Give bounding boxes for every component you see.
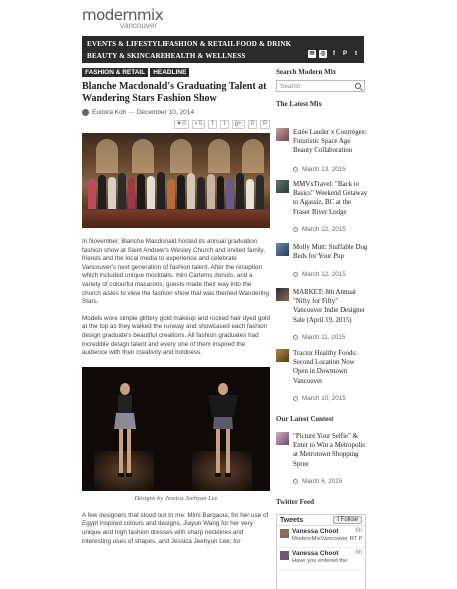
- tag-headline[interactable]: HEADLINE: [150, 68, 190, 77]
- clock-icon: [293, 335, 298, 340]
- main-nav: EVENTS & LIFESTYLE FASHION & RETAIL FOOD…: [82, 36, 364, 63]
- nav-item-beauty[interactable]: BEAUTY & SKINCARE: [87, 52, 166, 60]
- author-name[interactable]: Eudora Koh: [92, 109, 126, 116]
- twitter-share-icon[interactable]: t: [219, 119, 229, 129]
- contest-heading: Our Latest Contest: [276, 415, 334, 423]
- tweet-time: 8h: [355, 550, 362, 556]
- latest-heading: The Latest Mix: [276, 100, 322, 108]
- twitter-widget: Tweets t Follow Vanessa Choot 6h ModernM…: [276, 514, 366, 589]
- clock-icon: [293, 479, 298, 484]
- latest-thumb: [276, 349, 289, 362]
- pinterest-share-icon[interactable]: P: [259, 119, 270, 129]
- nav-item-health[interactable]: HEALTH & WELLNESS: [165, 52, 245, 60]
- social-icons: ✉ ◎ f P t: [308, 50, 360, 58]
- meta-separator: —: [128, 109, 135, 116]
- latest-title[interactable]: MMVxTravel: "Back to Basics" Weekend Get…: [293, 180, 369, 217]
- photo-caption: Designs by Jessica Jeehyun Lee: [134, 494, 218, 502]
- latest-date: March 13, 2015: [293, 166, 346, 173]
- latest-thumb: [276, 243, 289, 256]
- author-avatar: [82, 109, 89, 116]
- logo-sub-text: vancouver: [120, 21, 157, 30]
- tweet[interactable]: Vanessa Choot 6h ModernMixVancouver RT P…: [277, 526, 365, 548]
- email-icon[interactable]: ✉: [308, 50, 316, 58]
- like-count: 0: [182, 120, 186, 127]
- tweet-text: Have you entered the: [292, 558, 348, 564]
- tweet-text: ModernMixVancouver RT Pam Sinni ... Fxha…: [292, 536, 362, 542]
- latest-date: March 12, 2015: [293, 226, 346, 233]
- clock-icon: [293, 227, 298, 232]
- clock-icon: [293, 396, 298, 401]
- latest-title[interactable]: MARKET: 8th Annual "Nifty for Fifty" Van…: [293, 288, 369, 325]
- comment-count: 0: [198, 120, 202, 127]
- group-photo: [82, 133, 270, 228]
- page: modernmix vancouver EVENTS & LIFESTYLE F…: [0, 0, 457, 589]
- latest-title[interactable]: Estée Lauder x Courrèges: Futuristic Spa…: [293, 128, 369, 156]
- tweet-time: 6h: [355, 528, 362, 534]
- share-bar: ♥ 0 ▪ 0 f t g+ 0 P: [82, 119, 270, 129]
- latest-thumb: [276, 288, 289, 301]
- latest-date: March 12, 2015: [293, 271, 346, 278]
- latest-thumb: [276, 180, 289, 193]
- search-heading: Search Modern Mix: [276, 68, 337, 76]
- twitter-icon[interactable]: t: [352, 50, 360, 58]
- latest-date: March 11, 2015: [293, 334, 345, 341]
- latest-thumb: [276, 128, 289, 141]
- twitter-heading: Twitter Feed: [276, 498, 315, 506]
- latest-date: March 10, 2015: [293, 395, 346, 402]
- like-button[interactable]: ♥ 0: [174, 119, 189, 129]
- logo-main-text: modernmix: [82, 6, 164, 24]
- site-logo[interactable]: modernmix vancouver: [82, 6, 164, 30]
- article: FASHION & RETAIL HEADLINE Blanche Macdon…: [82, 68, 270, 546]
- comment-button[interactable]: ▪ 0: [191, 119, 205, 129]
- search-placeholder: Search: [280, 83, 301, 90]
- article-date: December 10, 2014: [136, 109, 194, 116]
- article-meta: Eudora Koh — December 10, 2014: [82, 108, 270, 117]
- article-paragraph-1: In November, Blanche Macdonald hosted it…: [82, 238, 270, 306]
- tag-fashion-retail[interactable]: FASHION & RETAIL: [82, 68, 149, 77]
- search-input[interactable]: Search: [276, 80, 365, 92]
- tweet-author[interactable]: Vanessa Choot: [292, 550, 339, 557]
- contest-date: March 6, 2015: [293, 478, 342, 485]
- latest-title[interactable]: Molly Mutt: Stuffable Dog Beds for Your …: [293, 243, 369, 261]
- tweet[interactable]: Vanessa Choot 8h Have you entered the: [277, 548, 365, 570]
- contest-thumb: [276, 432, 289, 445]
- tweets-label: Tweets: [280, 517, 304, 524]
- twitter-header: Tweets t Follow: [277, 515, 365, 526]
- nav-item-fashion[interactable]: FASHION & RETAIL: [165, 40, 235, 48]
- tweet-avatar: [280, 551, 289, 560]
- nav-item-events[interactable]: EVENTS & LIFESTYLE: [87, 40, 167, 48]
- follow-button[interactable]: t Follow: [333, 516, 362, 524]
- nav-item-food[interactable]: FOOD & DRINK: [236, 40, 291, 48]
- instagram-icon[interactable]: ◎: [319, 50, 327, 58]
- article-paragraph-3: A few designers that stood out to me: Mi…: [82, 511, 269, 545]
- contest-title[interactable]: "Picture Your Selfie" & Enter to Win a M…: [293, 432, 369, 469]
- clock-icon: [293, 272, 298, 277]
- search-icon[interactable]: [355, 83, 361, 89]
- facebook-icon[interactable]: f: [330, 50, 338, 58]
- runway-photo: [82, 366, 270, 491]
- article-title: Blanche Macdonald's Graduating Talent at…: [82, 81, 267, 104]
- article-tags: FASHION & RETAIL HEADLINE: [82, 68, 270, 77]
- sidebar: Search Modern Mix Search The Latest Mix: [276, 68, 366, 108]
- twitter-bird-icon: t: [337, 517, 339, 523]
- pinterest-icon[interactable]: P: [341, 50, 349, 58]
- latest-title[interactable]: Tractor Healthy Foods: Second Location N…: [293, 349, 369, 386]
- tweet-author[interactable]: Vanessa Choot: [292, 528, 339, 535]
- clock-icon: [293, 167, 298, 172]
- tweet-avatar: [280, 529, 289, 538]
- article-paragraph-2: Models wore simple glittery gold makeup …: [82, 314, 270, 357]
- gplus-count: 0: [247, 119, 257, 129]
- facebook-share-icon[interactable]: f: [207, 119, 217, 129]
- gplus-share-icon[interactable]: g+: [231, 119, 245, 129]
